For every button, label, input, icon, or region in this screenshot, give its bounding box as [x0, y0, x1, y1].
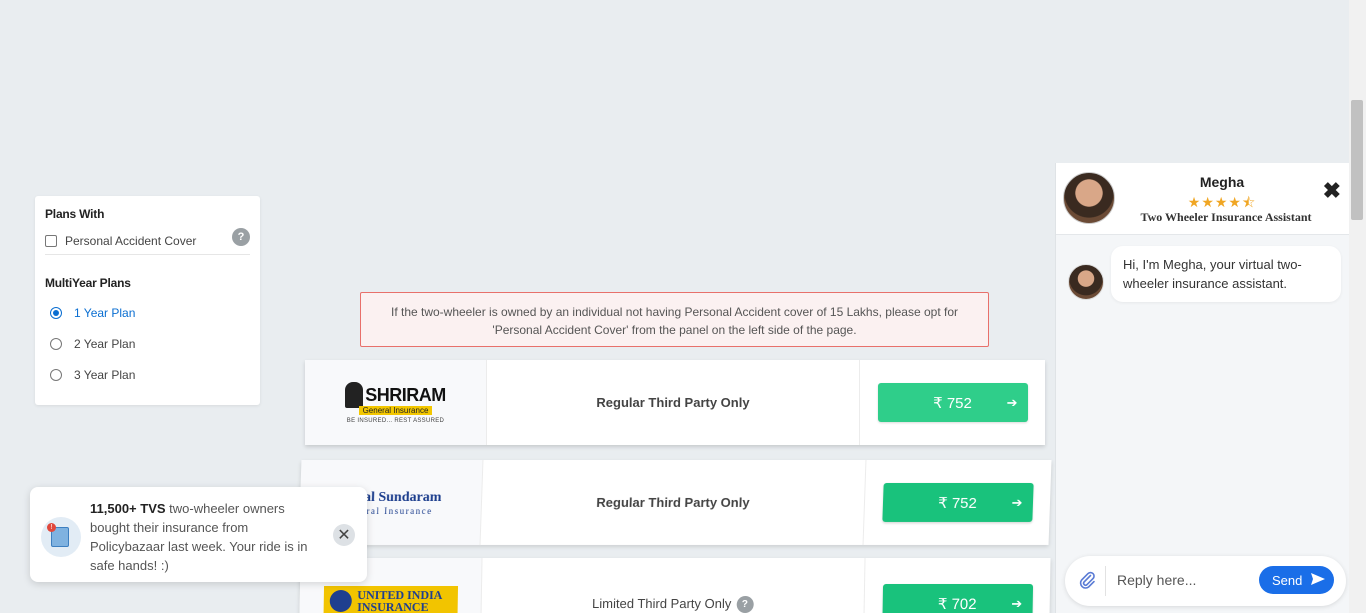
toast-message: 11,500+ TVS two-wheeler owners bought th…	[90, 499, 325, 575]
chat-composer: Send	[1065, 556, 1346, 606]
close-icon[interactable]: ✕	[333, 524, 355, 546]
price-value[interactable]: ₹ 752	[933, 394, 972, 412]
social-proof-toast: ! 11,500+ TVS two-wheeler owners bought …	[30, 487, 367, 582]
help-icon[interactable]: ?	[736, 596, 754, 613]
agent-avatar	[1063, 172, 1115, 224]
plan-card[interactable]: SHRIRAM General Insurance BE INSURED... …	[305, 360, 1045, 445]
personal-accident-checkbox[interactable]	[45, 235, 57, 247]
chat-message: Hi, I'm Megha, your virtual two-wheeler …	[1111, 246, 1341, 302]
filter-panel: Plans With Personal Accident Cover ? Mul…	[35, 196, 260, 405]
year-plan-option-2[interactable]: 2 Year Plan	[45, 336, 250, 352]
avatar	[1068, 264, 1104, 300]
arrow-right-icon[interactable]: ➔	[1011, 495, 1022, 511]
radio-label[interactable]: 1 Year Plan	[74, 306, 135, 320]
plan-description: Regular Third Party Only	[596, 495, 750, 510]
personal-accident-option[interactable]: Personal Accident Cover ?	[45, 228, 250, 249]
send-label[interactable]: Send	[1272, 573, 1302, 588]
insurer-logo: SHRIRAM General Insurance BE INSURED... …	[305, 360, 487, 445]
plan-description-cell: Limited Third Party Only ?	[481, 558, 864, 613]
notification-badge: !	[47, 523, 56, 532]
radio-label[interactable]: 3 Year Plan	[74, 368, 135, 382]
chat-header: Megha ★★★★⯪ Two Wheeler Insurance Assist…	[1056, 163, 1349, 235]
shriram-logo: SHRIRAM General Insurance BE INSURED... …	[345, 381, 446, 424]
multiyear-heading: MultiYear Plans	[45, 276, 131, 290]
arrow-right-icon[interactable]: ➔	[1007, 395, 1018, 411]
logo-emblem-icon	[329, 590, 352, 612]
chat-widget: Megha ★★★★⯪ Two Wheeler Insurance Assist…	[1055, 163, 1349, 613]
divider	[1105, 566, 1106, 596]
radio-label[interactable]: 2 Year Plan	[74, 337, 135, 351]
help-icon[interactable]: ?	[232, 228, 250, 246]
plan-card[interactable]: Royal Sundaram General Insurance Regular…	[298, 460, 1052, 545]
logo-sub: General Insurance	[358, 405, 433, 415]
logo-sub: INSURANCE	[357, 600, 429, 613]
page-scrollbar[interactable]	[1349, 0, 1366, 613]
year-plan-option-3[interactable]: 3 Year Plan	[45, 367, 250, 383]
price-cell: ₹ 702 ➔	[863, 558, 1051, 613]
send-button[interactable]: Send	[1259, 566, 1334, 594]
united-india-logo: UNITED INDIA INSURANCE	[323, 586, 458, 613]
buy-price-button[interactable]: ₹ 702 ➔	[881, 584, 1033, 613]
reply-input[interactable]	[1117, 572, 1257, 588]
plan-description: Limited Third Party Only	[591, 596, 732, 611]
year-plan-radio-group: 1 Year Plan 2 Year Plan 3 Year Plan	[45, 305, 250, 383]
attachment-icon[interactable]	[1077, 570, 1097, 590]
close-icon[interactable]: ✖	[1323, 178, 1341, 204]
pa-cover-warning: If the two-wheeler is owned by an indivi…	[360, 292, 989, 347]
chat-document-icon: !	[41, 517, 81, 557]
logo-figure-icon	[345, 381, 364, 408]
warning-line-1: If the two-wheeler is owned by an indivi…	[390, 305, 958, 319]
agent-role: Two Wheeler Insurance Assistant	[1140, 210, 1312, 224]
toast-count: 11,500+ TVS	[90, 501, 166, 516]
buy-price-button[interactable]: ₹ 752 ➔	[881, 483, 1034, 522]
divider	[45, 254, 250, 255]
send-icon[interactable]	[1310, 572, 1326, 589]
price-cell: ₹ 752 ➔	[862, 460, 1052, 545]
logo-tagline: BE INSURED... REST ASSURED	[346, 417, 445, 424]
price-cell: ₹ 752 ➔	[859, 360, 1045, 445]
radio-1-year[interactable]	[50, 307, 62, 319]
arrow-right-icon[interactable]: ➔	[1011, 596, 1022, 612]
warning-line-2: 'Personal Accident Cover' from the panel…	[492, 323, 857, 337]
price-value[interactable]: ₹ 752	[938, 494, 977, 512]
personal-accident-label[interactable]: Personal Accident Cover	[65, 234, 196, 248]
price-value[interactable]: ₹ 702	[938, 595, 977, 613]
logo-word: SHRIRAM	[365, 384, 446, 405]
plans-with-heading: Plans With	[45, 207, 105, 221]
agent-name: Megha	[1199, 174, 1245, 190]
buy-price-button[interactable]: ₹ 752 ➔	[877, 383, 1028, 422]
radio-3-year[interactable]	[50, 369, 62, 381]
radio-2-year[interactable]	[50, 338, 62, 350]
plan-card[interactable]: UNITED INDIA INSURANCE Limited Third Par…	[299, 558, 1051, 613]
plan-description: Regular Third Party Only	[596, 395, 750, 410]
year-plan-option-1[interactable]: 1 Year Plan	[45, 305, 250, 321]
scrollbar-thumb[interactable]	[1351, 100, 1363, 220]
